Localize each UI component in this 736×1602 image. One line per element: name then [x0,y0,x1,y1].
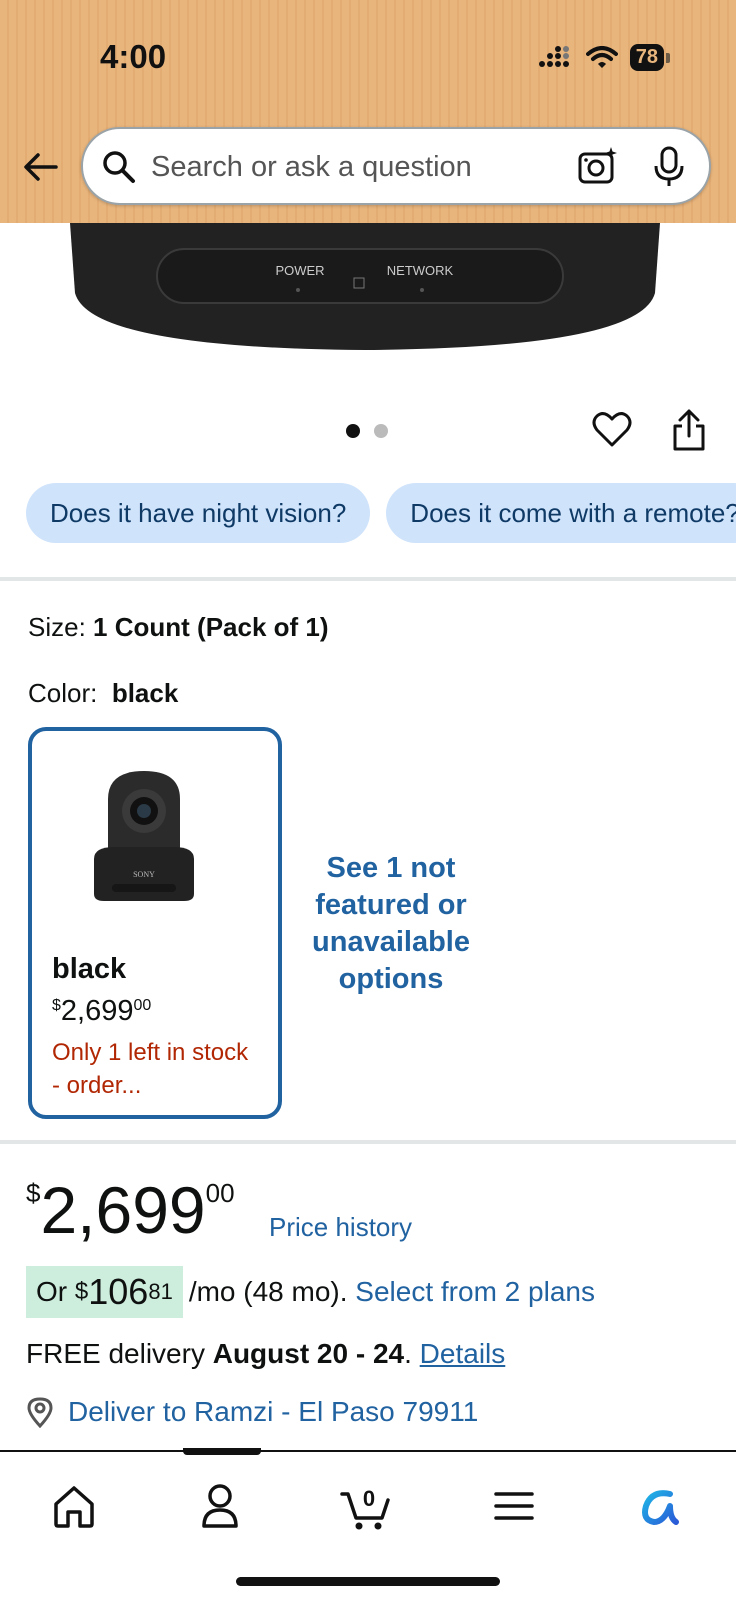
color-label: Color: [28,678,98,708]
divider [0,577,736,581]
wishlist-heart-icon[interactable] [592,410,632,450]
network-label: NETWORK [387,263,454,278]
size-value: 1 Count (Pack of 1) [93,612,329,642]
delivery-info: FREE delivery August 20 - 24. Details [26,1338,506,1369]
svg-text:SONY: SONY [133,870,155,879]
color-value: black [111,678,179,708]
question-chip[interactable]: Does it have night vision? [26,483,371,543]
delivery-dates: August 20 - 24 [212,1338,405,1369]
home-indicator [236,1577,500,1586]
active-tab-indicator [183,1448,261,1455]
size-selector: Size: 1 Count (Pack of 1) [28,612,329,643]
size-label: Size: [28,612,86,642]
see-unavailable-options-link[interactable]: See 1 not featured or unavailable option… [300,850,482,998]
search-bar[interactable]: Search or ask a question [81,127,711,205]
question-chip[interactable]: Does it come with a remote? [386,483,736,543]
menu-icon[interactable] [484,1476,544,1536]
search-input[interactable]: Search or ask a question [151,151,472,184]
color-swatch-black[interactable]: SONY black $2,69900 Only 1 left in stock… [28,727,282,1119]
battery-indicator: 78 [629,44,671,71]
search-icon [103,151,135,183]
product-image[interactable]: POWER NETWORK [60,223,670,358]
question-chips: Does it have night vision? Does it come w… [26,483,736,545]
monthly-payment: Or $106 81 /mo (48 mo). Select from 2 pla… [26,1266,595,1318]
camera-search-icon[interactable] [577,145,619,187]
swatch-product-thumbnail: SONY [94,771,194,901]
carousel-dot[interactable] [374,424,388,438]
swatch-name: black [52,953,127,985]
cart-count: 0 [363,1486,375,1511]
status-icons: 78 [538,44,671,71]
monthly-terms: /mo (48 mo). [188,1276,348,1307]
status-time: 4:00 [100,38,167,75]
power-label: POWER [275,263,324,278]
account-icon[interactable] [190,1476,250,1536]
swatch-price: $2,69900 [52,995,152,1027]
product-price: $2,69900 [26,1173,235,1247]
share-icon[interactable] [668,408,710,452]
rufus-assistant-icon[interactable] [630,1476,690,1536]
wifi-icon [585,45,618,68]
deliver-to-location[interactable]: Deliver to Ramzi - El Paso 79911 [26,1396,478,1428]
swatch-stock-status: Only 1 left in stock - order... [52,1039,249,1099]
delivery-details-link[interactable]: Details [420,1338,506,1369]
back-arrow-icon[interactable] [20,146,62,188]
select-plans-link[interactable]: Select from 2 plans [355,1276,595,1308]
microphone-icon[interactable] [651,145,687,189]
monthly-price-badge: Or $106 81 [26,1266,183,1318]
price-history-link[interactable]: Price history [269,1212,412,1243]
cart-icon[interactable]: 0 [336,1476,396,1536]
color-selector: Color: black [28,678,178,709]
carousel-dot-active[interactable] [346,424,360,438]
header: 4:00 78 Search or ask a question [0,0,736,223]
divider [0,1140,736,1144]
cellular-signal-icon [538,45,569,67]
image-carousel-indicator [346,424,388,438]
location-pin-icon [27,1397,53,1428]
deliver-to-text: Deliver to Ramzi - El Paso 79911 [68,1396,479,1427]
home-icon[interactable] [44,1476,104,1536]
